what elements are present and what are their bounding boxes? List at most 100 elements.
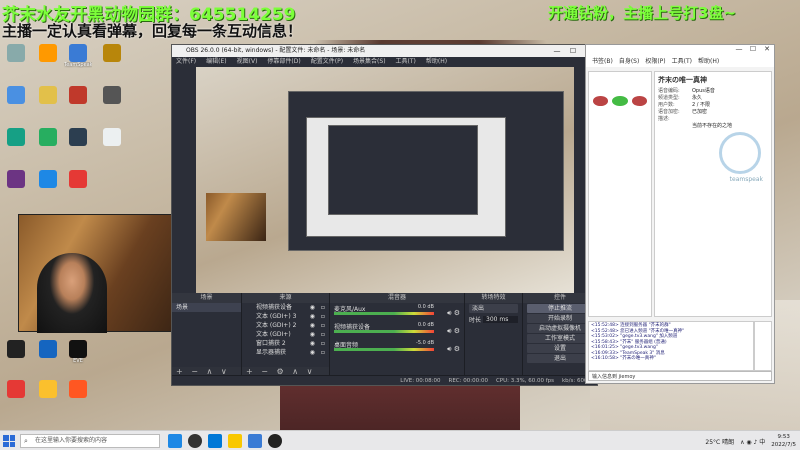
source-item[interactable]: 文本 (GDI+) 3 ◉ ▫ xyxy=(242,312,329,321)
volume-slider[interactable] xyxy=(334,330,434,333)
obs-preview[interactable] xyxy=(196,67,574,293)
close-icon[interactable]: ✕ xyxy=(760,45,774,53)
recycle-bin-icon[interactable] xyxy=(2,44,30,62)
visibility-eye-icon[interactable]: ◉ xyxy=(310,348,315,357)
scene-item[interactable]: 场景 xyxy=(172,303,241,312)
menu-tools[interactable]: 工具(T) xyxy=(396,57,416,67)
user-avatar-icon[interactable] xyxy=(631,96,647,106)
app-icon-11[interactable] xyxy=(34,380,62,398)
ts-titlebar[interactable]: — ☐ ✕ xyxy=(586,45,774,57)
source-item[interactable]: 显示器捕获 ◉ ▫ xyxy=(242,348,329,357)
visibility-eye-icon[interactable]: ◉ xyxy=(310,330,315,339)
tray-icons[interactable]: ∧ ◉ ♪ 中 xyxy=(740,437,765,446)
minimize-icon[interactable]: — xyxy=(732,45,746,53)
settings-button[interactable]: 设置 xyxy=(527,344,593,353)
menu-profile[interactable]: 配置文件(P) xyxy=(311,57,343,67)
volume-slider[interactable] xyxy=(334,312,434,315)
source-item[interactable]: 视频捕获设备 ◉ ▫ xyxy=(242,303,329,312)
studio-mode-button[interactable]: 工作室模式 xyxy=(527,334,593,343)
obs-desktop-icon[interactable] xyxy=(2,340,30,358)
app-icon-3[interactable] xyxy=(64,86,92,104)
two-icon[interactable] xyxy=(64,170,92,188)
lock-icon[interactable]: ▫ xyxy=(321,321,325,330)
teamspeak-window[interactable]: — ☐ ✕ 书签(B) 自身(S) 权限(P) 工具(T) 帮助(H) 芥末の唯… xyxy=(585,44,775,384)
app-icon-4[interactable] xyxy=(98,86,126,104)
duration-label: 时长 xyxy=(469,317,482,324)
ts-channel-tree[interactable] xyxy=(588,71,652,317)
menu-scene-collection[interactable]: 场景集合(S) xyxy=(353,57,386,67)
clock[interactable]: 9:53 2022/7/5 xyxy=(771,433,796,449)
app-icon-8[interactable] xyxy=(98,128,126,146)
exit-button[interactable]: 退出 xyxy=(527,354,593,363)
eve-icon[interactable]: EVE xyxy=(64,340,92,364)
chrome-icon[interactable] xyxy=(2,380,30,398)
duration-input[interactable]: 300 ms xyxy=(483,316,518,323)
ts-menu-tools[interactable]: 工具(T) xyxy=(672,57,692,67)
source-item[interactable]: 文本 (GDI+) 2 ◉ ▫ xyxy=(242,321,329,330)
app-icon-6[interactable] xyxy=(34,128,62,146)
teamspeak-taskbar-icon[interactable] xyxy=(248,434,262,448)
volume-slider[interactable] xyxy=(334,348,434,351)
app-icon-7[interactable] xyxy=(64,128,92,146)
visibility-eye-icon[interactable]: ◉ xyxy=(310,303,315,312)
visibility-eye-icon[interactable]: ◉ xyxy=(310,312,315,321)
vray-icon[interactable] xyxy=(34,340,62,358)
lock-icon[interactable]: ▫ xyxy=(321,303,325,312)
ts-menu-permissions[interactable]: 权限(P) xyxy=(645,57,665,67)
minimize-icon[interactable]: — xyxy=(549,45,565,57)
lock-icon[interactable]: ▫ xyxy=(321,348,325,357)
app-icon-5[interactable] xyxy=(2,128,30,146)
speaker-icon[interactable]: 🔊︎ ⚙ xyxy=(447,345,460,354)
weather-widget[interactable]: 25°C 晴朗 xyxy=(705,437,734,446)
taskbar-search[interactable]: ⌕ 在这里输入你要搜索的内容 xyxy=(20,434,160,448)
app-icon-9[interactable] xyxy=(2,170,30,188)
app-icon-12[interactable] xyxy=(64,380,92,398)
file-explorer-icon[interactable] xyxy=(228,434,242,448)
obs-statusbar: LIVE: 00:08:00 REC: 00:00:00 CPU: 3.3%, … xyxy=(172,375,597,385)
wow-icon[interactable] xyxy=(98,44,126,62)
app-icon-5-glyph-icon xyxy=(7,128,25,146)
stop-streaming-button[interactable]: 停止推流 xyxy=(527,304,593,313)
user-avatar-icon[interactable] xyxy=(593,96,609,106)
obs-titlebar[interactable]: OBS 26.0.0 (64-bit, windows) - 配置文件: 未命名… xyxy=(172,45,597,57)
ts-menu-self[interactable]: 自身(S) xyxy=(619,57,640,67)
speaker-icon[interactable]: 🔊︎ ⚙ xyxy=(447,327,460,336)
edge-icon[interactable] xyxy=(208,434,222,448)
source-item[interactable]: 窗口捕获 2 ◉ ▫ xyxy=(242,339,329,348)
visibility-eye-icon[interactable]: ◉ xyxy=(310,339,315,348)
app-icon-1[interactable] xyxy=(2,86,30,104)
menu-docks[interactable]: 停靠部件(D) xyxy=(267,57,300,67)
lock-icon[interactable]: ▫ xyxy=(321,312,325,321)
overwatch-icon[interactable] xyxy=(34,44,62,62)
source-item[interactable]: 文本 (GDI+) ◉ ▫ xyxy=(242,330,329,339)
start-button[interactable] xyxy=(3,435,15,447)
transition-select[interactable]: 淡出 xyxy=(469,304,518,313)
ts-info-key: 用户数: xyxy=(658,102,675,108)
speaker-icon[interactable]: 🔊︎ ⚙ xyxy=(447,309,460,318)
teamspeak-logo-icon xyxy=(719,132,761,174)
user-avatar-icon[interactable] xyxy=(612,96,628,106)
app-icon-7-glyph-icon xyxy=(69,128,87,146)
kugou-icon[interactable] xyxy=(34,170,62,188)
lock-icon[interactable]: ▫ xyxy=(321,339,325,348)
start-recording-button[interactable]: 开始录制 xyxy=(527,314,593,323)
lock-icon[interactable]: ▫ xyxy=(321,330,325,339)
menu-edit[interactable]: 编辑(E) xyxy=(206,57,226,67)
obs-taskbar-icon[interactable] xyxy=(268,434,282,448)
ts-menu-help[interactable]: 帮助(H) xyxy=(698,57,719,67)
virtual-camera-button[interactable]: 启动虚拟摄像机 xyxy=(527,324,593,333)
menu-help[interactable]: 帮助(H) xyxy=(426,57,447,67)
task-view-icon[interactable] xyxy=(168,434,182,448)
maximize-icon[interactable]: ☐ xyxy=(565,45,581,57)
ts-menu-bookmarks[interactable]: 书签(B) xyxy=(592,57,613,67)
teamspeak-desktop-icon[interactable]: TeamSpeak 3 xyxy=(64,44,92,68)
ts-chat-input[interactable]: 输入信息到 jiemoy xyxy=(588,371,772,381)
visibility-eye-icon[interactable]: ◉ xyxy=(310,321,315,330)
app-icon-2[interactable] xyxy=(34,86,62,104)
source-list: 视频捕获设备 ◉ ▫ 文本 (GDI+) 3 ◉ ▫ 文本 (GDI+) 2 ◉ ▫ 文本 (GD… xyxy=(242,303,329,357)
menu-file[interactable]: 文件(F) xyxy=(176,57,196,67)
cortana-icon[interactable] xyxy=(188,434,202,448)
menu-view[interactable]: 视图(V) xyxy=(237,57,258,67)
maximize-icon[interactable]: ☐ xyxy=(746,45,760,53)
obs-window[interactable]: OBS 26.0.0 (64-bit, windows) - 配置文件: 未命名… xyxy=(171,44,598,386)
